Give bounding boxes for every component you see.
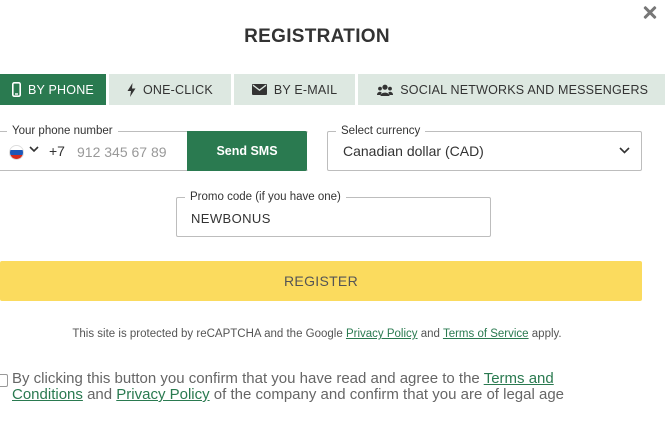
send-sms-button[interactable]: Send SMS (187, 131, 307, 171)
tab-label: SOCIAL NETWORKS AND MESSENGERS (400, 82, 649, 97)
envelope-icon (251, 84, 267, 95)
privacy-policy-link[interactable]: Privacy Policy (346, 328, 418, 340)
tab-by-email[interactable]: BY E-MAIL (233, 74, 356, 105)
agreement-and: and (87, 386, 113, 403)
tab-label: ONE-CLICK (142, 82, 213, 97)
recaptcha-text: This site is protected by reCAPTCHA and … (72, 328, 343, 340)
agreement-suffix: of the company and confirm that you are … (213, 386, 565, 403)
phone-icon (12, 82, 21, 97)
promo-code-input[interactable] (191, 207, 471, 229)
russia-flag-icon[interactable] (9, 145, 24, 160)
agree-checkbox[interactable] (0, 374, 8, 387)
currency-label: Select currency (336, 124, 426, 138)
recaptcha-notice: This site is protected by reCAPTCHA and … (0, 328, 634, 340)
phone-input[interactable] (77, 141, 177, 163)
close-icon[interactable] (641, 2, 659, 22)
currency-select[interactable]: Select currency Canadian dollar (CAD) (327, 124, 642, 171)
promo-label: Promo code (if you have one) (185, 190, 346, 204)
registration-tabs: BY PHONE ONE-CLICK BY E-MAIL SOCIAL NETW… (0, 74, 665, 105)
chevron-down-icon (619, 147, 630, 154)
tab-social-networks[interactable]: SOCIAL NETWORKS AND MESSENGERS (358, 74, 665, 105)
page-title: REGISTRATION (244, 26, 390, 47)
promo-code-field: Promo code (if you have one) (176, 190, 491, 237)
dial-code: +7 (49, 143, 65, 159)
recaptcha-suffix: apply. (531, 328, 562, 340)
users-icon (377, 84, 394, 96)
tab-label: BY E-MAIL (273, 82, 338, 97)
tab-label: BY PHONE (28, 82, 94, 97)
agreement-privacy-policy-link[interactable]: Privacy Policy (116, 386, 209, 403)
tab-one-click[interactable]: ONE-CLICK (108, 74, 231, 105)
tab-by-phone[interactable]: BY PHONE (0, 74, 106, 105)
phone-label: Your phone number (7, 124, 118, 138)
register-button[interactable]: REGISTER (0, 261, 642, 301)
terms-of-service-link[interactable]: Terms of Service (443, 328, 529, 340)
recaptcha-and: and (420, 328, 440, 340)
agreement-text: By clicking this button you confirm that… (12, 371, 622, 403)
lightning-icon (127, 82, 136, 97)
agreement-prefix: By clicking this button you confirm that… (12, 370, 480, 387)
currency-value: Canadian dollar (CAD) (343, 143, 484, 159)
chevron-down-icon[interactable] (29, 146, 39, 153)
